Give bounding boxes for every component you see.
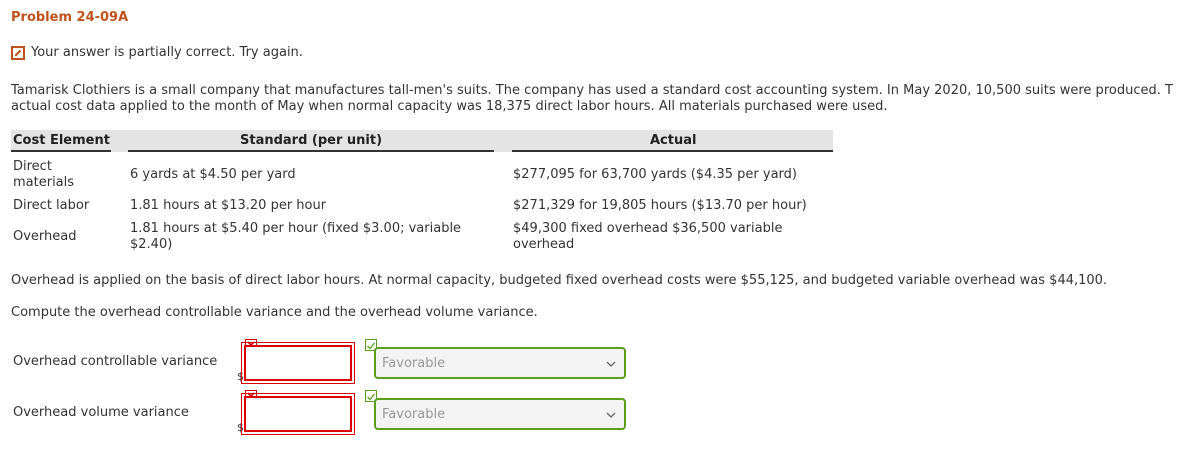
volume-variance-type-select[interactable]: Favorable bbox=[374, 398, 626, 430]
table-cell-actual: $49,300 fixed overhead $36,500 variable bbox=[513, 221, 783, 236]
currency-symbol: $ bbox=[237, 370, 244, 383]
intro-line-2: actual cost data applied to the month of… bbox=[11, 99, 888, 114]
selected-value: Favorable bbox=[382, 406, 446, 422]
table-cell-standard: 6 yards at $4.50 per yard bbox=[130, 167, 296, 182]
table-cell-element: Direct labor bbox=[13, 198, 90, 213]
instruction-text: Compute the overhead controllable varian… bbox=[11, 305, 538, 320]
selected-value: Favorable bbox=[382, 355, 446, 371]
problem-title: Problem 24-09A bbox=[11, 10, 129, 25]
header-underline bbox=[11, 150, 111, 152]
table-cell-element: Direct bbox=[13, 159, 52, 174]
table-cell-element: Overhead bbox=[13, 229, 77, 244]
volume-variance-label: Overhead volume variance bbox=[13, 405, 189, 420]
volume-variance-amount-input[interactable] bbox=[241, 393, 355, 435]
overhead-note: Overhead is applied on the basis of dire… bbox=[11, 273, 1108, 288]
table-cell-element: materials bbox=[13, 175, 75, 190]
table-header-bar bbox=[11, 130, 833, 152]
header-cost-element: Cost Element bbox=[13, 133, 110, 148]
table-cell-standard: $2.40) bbox=[130, 237, 173, 252]
header-underline bbox=[128, 150, 494, 152]
table-cell-actual: $271,329 for 19,805 hours ($13.70 per ho… bbox=[513, 198, 807, 213]
table-cell-standard: 1.81 hours at $5.40 per hour (fixed $3.0… bbox=[130, 221, 462, 236]
status-message-row: Your answer is partially correct. Try ag… bbox=[11, 45, 303, 60]
table-cell-actual: overhead bbox=[513, 237, 575, 252]
controllable-variance-label: Overhead controllable variance bbox=[13, 354, 218, 369]
currency-symbol: $ bbox=[237, 421, 244, 434]
header-actual: Actual bbox=[650, 133, 697, 148]
intro-line-1: Tamarisk Clothiers is a small company th… bbox=[11, 83, 1173, 98]
status-message: Your answer is partially correct. Try ag… bbox=[31, 45, 303, 60]
table-cell-actual: $277,095 for 63,700 yards ($4.35 per yar… bbox=[513, 167, 797, 182]
chevron-down-icon bbox=[606, 407, 616, 422]
controllable-variance-type-select[interactable]: Favorable bbox=[374, 347, 626, 379]
chevron-down-icon bbox=[606, 356, 616, 371]
header-underline bbox=[512, 150, 833, 152]
table-cell-standard: 1.81 hours at $13.20 per hour bbox=[130, 198, 327, 213]
controllable-variance-amount-input[interactable] bbox=[241, 342, 355, 384]
header-standard: Standard (per unit) bbox=[240, 133, 383, 148]
pencil-icon bbox=[11, 45, 25, 60]
